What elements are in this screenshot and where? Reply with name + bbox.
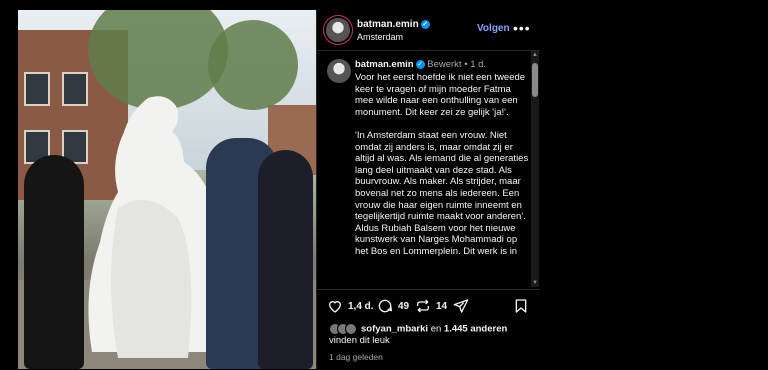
person bbox=[258, 150, 313, 369]
heart-icon bbox=[328, 301, 342, 313]
more-options-icon[interactable]: ••• bbox=[513, 20, 531, 36]
liked-by: sofyan_mbarki en 1.445 anderen vinden di… bbox=[329, 323, 535, 347]
share-icon bbox=[453, 299, 469, 313]
author-username[interactable]: batman.emin ✓ bbox=[357, 19, 430, 30]
comments-count[interactable]: 49 bbox=[398, 301, 409, 312]
caption-text: Voor het eerst hoefde ik niet een tweede… bbox=[355, 72, 529, 257]
scroll-thumb[interactable] bbox=[532, 63, 538, 97]
likes-count[interactable]: 1,4 d. bbox=[348, 301, 374, 312]
comment-button[interactable]: 49 bbox=[377, 298, 409, 314]
post-panel: batman.emin ✓ Amsterdam Volgen ••• batman… bbox=[316, 10, 541, 369]
actions-bar: 1,4 d. 49 14 sofyan_mbarki en 1.445 ande… bbox=[317, 289, 541, 370]
liked-by-suffix: vinden dit leuk bbox=[329, 335, 390, 347]
edited-label: Bewerkt bbox=[427, 59, 462, 70]
follow-button[interactable]: Volgen bbox=[477, 23, 510, 34]
verified-icon: ✓ bbox=[420, 19, 430, 29]
reposts-count[interactable]: 14 bbox=[436, 301, 447, 312]
scroll-down-icon[interactable]: ▼ bbox=[531, 279, 539, 287]
comment-icon bbox=[378, 299, 392, 313]
liked-by-middle: en bbox=[428, 323, 444, 335]
liker-avatar bbox=[345, 323, 357, 335]
post-photo[interactable] bbox=[18, 10, 316, 369]
verified-icon: ✓ bbox=[415, 59, 425, 69]
save-button[interactable] bbox=[513, 298, 534, 314]
author-name[interactable]: batman.emin bbox=[357, 19, 419, 30]
author-avatar[interactable] bbox=[326, 18, 350, 42]
scroll-up-icon[interactable]: ▲ bbox=[531, 51, 539, 59]
like-button[interactable]: 1,4 d. bbox=[327, 298, 374, 314]
left-gutter bbox=[0, 0, 18, 369]
right-gutter bbox=[540, 0, 768, 369]
post-location[interactable]: Amsterdam bbox=[357, 32, 403, 42]
repost-button[interactable]: 14 bbox=[415, 298, 447, 314]
person bbox=[24, 155, 84, 369]
bookmark-icon bbox=[515, 299, 527, 313]
liked-by-user[interactable]: sofyan_mbarki bbox=[361, 324, 428, 335]
caption-area: batman.emin ✓ Bewerkt • 1 d. Voor het eer… bbox=[317, 51, 531, 287]
share-button[interactable] bbox=[453, 298, 474, 314]
post-date[interactable]: 1 dag geleden bbox=[329, 352, 383, 362]
caption-author-avatar[interactable] bbox=[327, 59, 351, 83]
liked-by-others[interactable]: 1.445 anderen bbox=[444, 324, 507, 335]
meta-separator: • bbox=[464, 59, 468, 70]
caption-author-name[interactable]: batman.emin bbox=[355, 59, 414, 70]
repost-icon bbox=[417, 299, 429, 313]
caption-scrollbar[interactable]: ▲ ▼ bbox=[531, 51, 539, 287]
caption-meta: batman.emin ✓ Bewerkt • 1 d. bbox=[355, 59, 486, 70]
post-age[interactable]: 1 d. bbox=[470, 59, 486, 70]
post-header: batman.emin ✓ Amsterdam Volgen ••• bbox=[317, 10, 541, 51]
